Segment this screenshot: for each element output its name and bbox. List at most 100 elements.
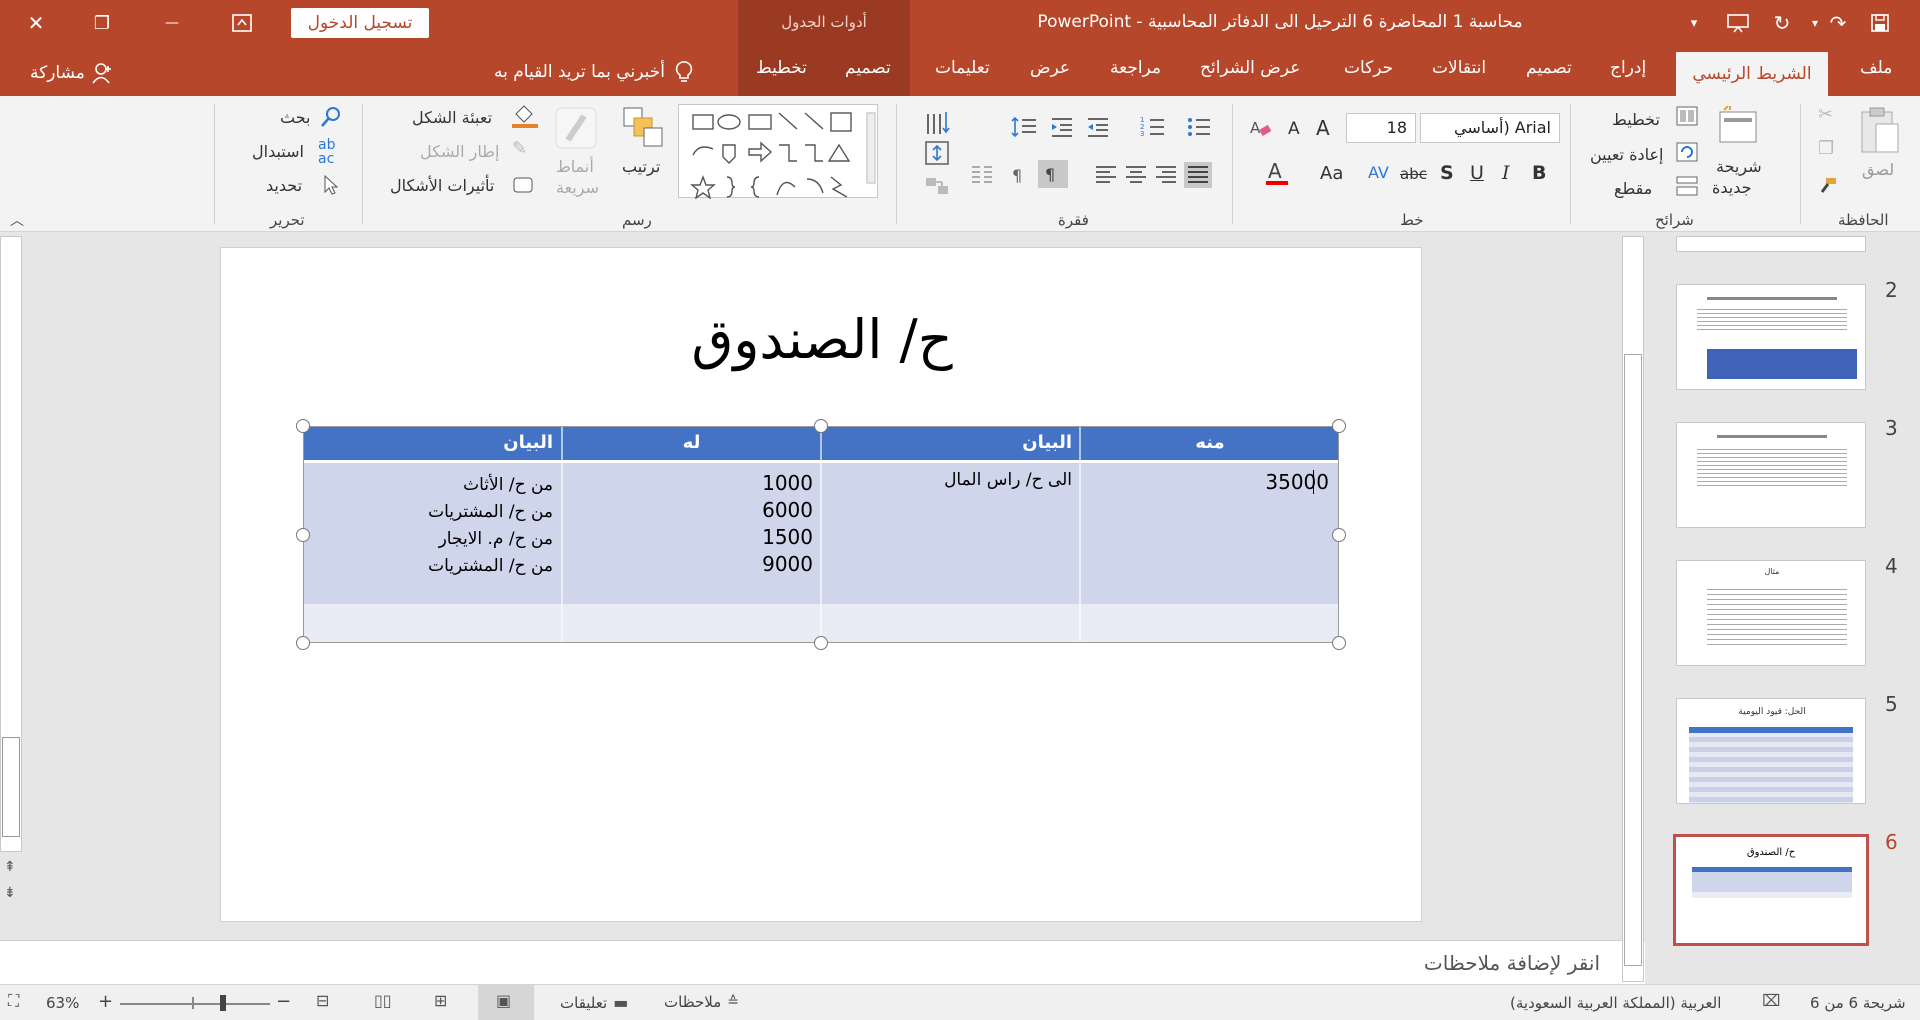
- zoom-level[interactable]: 63%: [46, 994, 79, 1012]
- tab-insert[interactable]: إدراج: [1610, 58, 1646, 78]
- grow-font-icon[interactable]: A: [1316, 116, 1330, 140]
- shrink-font-icon[interactable]: A: [1288, 119, 1300, 139]
- previous-slide-icon[interactable]: ⇞: [4, 860, 16, 874]
- header-debit-desc[interactable]: البيان: [822, 432, 1072, 453]
- reset-icon[interactable]: [1676, 142, 1698, 166]
- find-label[interactable]: بحث: [280, 108, 311, 127]
- ledger-table[interactable]: منه البيان له البيان 35000 الى ح/ راس ال…: [303, 426, 1339, 643]
- tab-slideshow[interactable]: عرض الشرائح: [1200, 58, 1300, 78]
- numbering-icon[interactable]: 123: [1140, 116, 1166, 142]
- select-label[interactable]: تحديد: [266, 176, 302, 195]
- select-icon[interactable]: [322, 174, 340, 200]
- rtl-icon[interactable]: ¶: [1038, 160, 1068, 192]
- language-status[interactable]: العربية (المملكة العربية السعودية): [1510, 994, 1721, 1012]
- justify-icon[interactable]: [1184, 162, 1212, 192]
- minimize-icon[interactable]: —: [150, 0, 194, 46]
- align-center-icon[interactable]: [1124, 164, 1148, 190]
- shape-fill-icon[interactable]: [512, 104, 538, 132]
- slide-sorter-icon[interactable]: ⊞: [434, 993, 447, 1009]
- align-left-icon[interactable]: [1094, 164, 1118, 190]
- repeat-icon[interactable]: ↻: [1764, 0, 1800, 46]
- shapes-gallery[interactable]: [678, 104, 878, 200]
- resize-handle[interactable]: [814, 419, 828, 433]
- tab-review[interactable]: مراجعة: [1110, 58, 1161, 78]
- save-icon[interactable]: [1860, 0, 1900, 46]
- layout-icon[interactable]: [1676, 106, 1698, 130]
- header-debit[interactable]: منه: [1081, 432, 1339, 453]
- reset-label[interactable]: إعادة تعيين: [1590, 145, 1663, 164]
- tab-view[interactable]: عرض: [1030, 58, 1070, 78]
- tab-help[interactable]: تعليمات: [935, 58, 990, 78]
- find-icon[interactable]: [320, 106, 342, 132]
- resize-handle[interactable]: [814, 636, 828, 650]
- ltr-icon[interactable]: ¶: [1008, 165, 1032, 191]
- columns-icon[interactable]: [970, 164, 994, 190]
- notes-button[interactable]: ملاحظات ≙: [664, 993, 739, 1011]
- text-direction-icon[interactable]: [924, 108, 950, 142]
- increase-indent-icon[interactable]: [1050, 116, 1074, 142]
- zoom-in-icon[interactable]: +: [98, 991, 113, 1012]
- slide-thumbnail-2[interactable]: [1676, 284, 1866, 390]
- shape-effects-label[interactable]: تأثيرات الأشكال: [390, 176, 494, 195]
- tab-animations[interactable]: حركات: [1344, 58, 1393, 78]
- credit-descs-cell[interactable]: من ح/ الأثاث من ح/ المشتريات من ح/ م. ال…: [303, 472, 553, 580]
- slide-thumbnail-5[interactable]: الحل: قيود اليومية: [1676, 698, 1866, 804]
- resize-handle[interactable]: [1332, 528, 1346, 542]
- quick-styles-label-2[interactable]: سريعة: [556, 178, 599, 197]
- format-painter-icon[interactable]: [1818, 176, 1838, 200]
- customize-qat-icon[interactable]: ▾: [1682, 0, 1706, 46]
- resize-handle[interactable]: [1332, 636, 1346, 650]
- zoom-out-icon[interactable]: −: [276, 991, 291, 1012]
- next-slide-icon[interactable]: ⇟: [4, 886, 16, 900]
- new-slide-label-1[interactable]: شريحة: [1716, 157, 1762, 176]
- change-case-button[interactable]: Aa: [1320, 163, 1343, 184]
- arrange-icon[interactable]: [622, 106, 664, 152]
- italic-button[interactable]: I: [1502, 162, 1510, 184]
- slide-thumbnail-6[interactable]: ح/ الصندوق: [1673, 834, 1869, 946]
- resize-handle[interactable]: [296, 419, 310, 433]
- tab-file[interactable]: ملف: [1860, 58, 1892, 78]
- close-icon[interactable]: ✕: [14, 0, 58, 46]
- decrease-indent-icon[interactable]: [1086, 116, 1110, 142]
- notes-pane[interactable]: انقر لإضافة ملاحظات: [0, 940, 1645, 984]
- tab-table-design[interactable]: تصميم: [845, 58, 891, 78]
- bullets-icon[interactable]: [1186, 116, 1212, 142]
- zoom-slider-thumb[interactable]: [220, 995, 226, 1011]
- restore-icon[interactable]: ❐: [80, 0, 124, 46]
- new-slide-icon[interactable]: [1716, 105, 1760, 152]
- shape-outline-label[interactable]: إطار الشكل: [420, 142, 499, 161]
- shape-outline-icon[interactable]: ✎: [512, 140, 527, 158]
- font-color-icon[interactable]: A: [1264, 159, 1290, 190]
- slide-thumbnail-1[interactable]: [1676, 236, 1866, 252]
- arrange-label[interactable]: ترتيب: [622, 157, 660, 176]
- share-button[interactable]: مشاركة: [30, 62, 113, 84]
- shape-effects-icon[interactable]: [512, 174, 536, 198]
- bold-button[interactable]: B: [1532, 162, 1546, 184]
- line-spacing-icon[interactable]: [1010, 116, 1038, 142]
- debit-amount-cell[interactable]: 35000: [1081, 470, 1329, 494]
- font-size-box[interactable]: 18: [1346, 113, 1416, 143]
- font-name-box[interactable]: Arial (أساسي: [1420, 113, 1560, 143]
- copy-icon[interactable]: ❐: [1818, 140, 1834, 158]
- slide-thumbnail-4[interactable]: مثال: [1676, 560, 1866, 666]
- notes-placeholder[interactable]: انقر لإضافة ملاحظات: [1140, 951, 1600, 975]
- sign-in-button[interactable]: تسجيل الدخول: [291, 8, 429, 38]
- shadow-button[interactable]: S: [1440, 162, 1454, 184]
- clear-formatting-icon[interactable]: A: [1250, 118, 1272, 142]
- tab-table-layout[interactable]: تخطيط: [756, 58, 807, 78]
- section-icon[interactable]: [1676, 176, 1698, 200]
- ribbon-display-options-icon[interactable]: [222, 0, 262, 46]
- header-credit[interactable]: له: [563, 432, 820, 453]
- reading-view-icon[interactable]: ▯▯: [374, 993, 392, 1009]
- new-slide-label-2[interactable]: جديدة: [1712, 178, 1752, 197]
- tell-me-box[interactable]: أخبرني بما تريد القيام به: [494, 60, 693, 84]
- underline-button[interactable]: U: [1470, 162, 1484, 184]
- strikethrough-button[interactable]: abc: [1400, 165, 1427, 183]
- layout-label[interactable]: تخطيط: [1612, 110, 1660, 129]
- zoom-slider[interactable]: [120, 1003, 270, 1005]
- undo-icon[interactable]: ↷: [1820, 0, 1856, 46]
- fit-slide-icon[interactable]: ⛶: [8, 993, 19, 1009]
- normal-view-button[interactable]: ▣: [478, 985, 534, 1020]
- paste-label[interactable]: لصق: [1862, 160, 1894, 179]
- comments-button[interactable]: تعليقات ▬: [560, 993, 628, 1012]
